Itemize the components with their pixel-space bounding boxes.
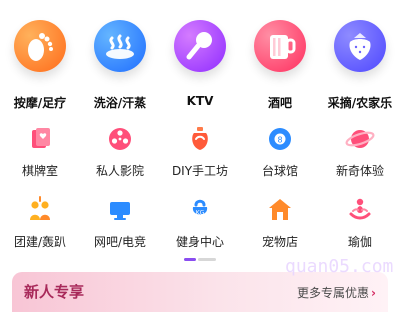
spa-steam-icon <box>94 20 146 72</box>
pet-house-icon <box>269 199 291 220</box>
category-item-ktv[interactable]: KTV <box>160 18 240 113</box>
category-item-diy[interactable]: DIY手工坊 <box>160 124 240 184</box>
category-card: 按摩/足疗 洗浴/汗蒸 KTV 酒吧 采摘/农家乐 棋牌室 私人影院 DIY手工… <box>0 0 400 312</box>
category-item-private-cinema[interactable]: 私人影院 <box>80 124 160 184</box>
category-label: 私人影院 <box>95 164 144 178</box>
category-label: 按摩/足疗 <box>13 96 67 110</box>
planet-icon <box>345 130 375 148</box>
billiard-ball-icon: 8 <box>269 128 291 150</box>
category-item-netbar[interactable]: 网吧/电竞 <box>80 195 160 255</box>
page-dot-active <box>184 258 196 261</box>
category-label: 台球馆 <box>261 164 298 178</box>
strawberry-icon <box>334 20 386 72</box>
category-label: 采摘/农家乐 <box>327 96 393 110</box>
category-item-team-building[interactable]: 团建/轰趴 <box>0 195 80 255</box>
banner-title: 新人专享 <box>24 283 85 301</box>
team-icon <box>30 196 50 220</box>
category-label: 团建/轰趴 <box>13 235 67 249</box>
svg-text:8: 8 <box>277 136 282 145</box>
craft-pot-icon <box>192 127 208 150</box>
category-item-massage[interactable]: 按摩/足疗 <box>0 18 80 113</box>
category-label: 瑜伽 <box>347 235 372 249</box>
svg-text:KG: KG <box>196 210 205 217</box>
category-label: KTV <box>186 94 214 108</box>
category-label: 洗浴/汗蒸 <box>93 96 147 110</box>
category-item-yoga[interactable]: 瑜伽 <box>320 195 400 255</box>
category-item-billiards[interactable]: 8 台球馆 <box>240 124 320 184</box>
category-item-farm[interactable]: 采摘/农家乐 <box>320 18 400 113</box>
kettlebell-icon: KG <box>192 199 208 217</box>
category-label: 宠物店 <box>261 235 298 249</box>
more-offers-link[interactable]: 更多专属优惠 › <box>297 284 376 301</box>
new-user-banner[interactable]: 新人专享 更多专属优惠 › <box>12 272 388 312</box>
film-reel-icon <box>109 128 131 150</box>
microphone-icon <box>174 20 226 72</box>
watermark: quan05.com <box>285 256 394 277</box>
cards-icon <box>32 128 50 148</box>
category-label: DIY手工坊 <box>171 164 229 178</box>
category-label: 棋牌室 <box>21 164 58 178</box>
category-item-bar[interactable]: 酒吧 <box>240 18 320 113</box>
category-label: 网吧/电竞 <box>93 235 147 249</box>
category-item-chess-room[interactable]: 棋牌室 <box>0 124 80 184</box>
category-label: 新奇体验 <box>335 164 384 178</box>
beer-icon <box>254 20 306 72</box>
more-offers-label: 更多专属优惠 <box>297 286 370 300</box>
primary-category-row: 按摩/足疗 洗浴/汗蒸 KTV 酒吧 采摘/农家乐 <box>0 18 400 113</box>
category-label: 酒吧 <box>267 96 292 110</box>
chevron-right-icon: › <box>371 286 376 300</box>
category-item-pet-shop[interactable]: 宠物店 <box>240 195 320 255</box>
yoga-icon <box>349 198 371 220</box>
page-dot-inactive <box>198 258 216 261</box>
category-item-fitness[interactable]: KG 健身中心 <box>160 195 240 255</box>
monitor-icon <box>110 202 130 220</box>
category-item-novel[interactable]: 新奇体验 <box>320 124 400 184</box>
category-item-bath[interactable]: 洗浴/汗蒸 <box>80 18 160 113</box>
category-label: 健身中心 <box>175 235 224 249</box>
foot-icon <box>14 20 66 72</box>
